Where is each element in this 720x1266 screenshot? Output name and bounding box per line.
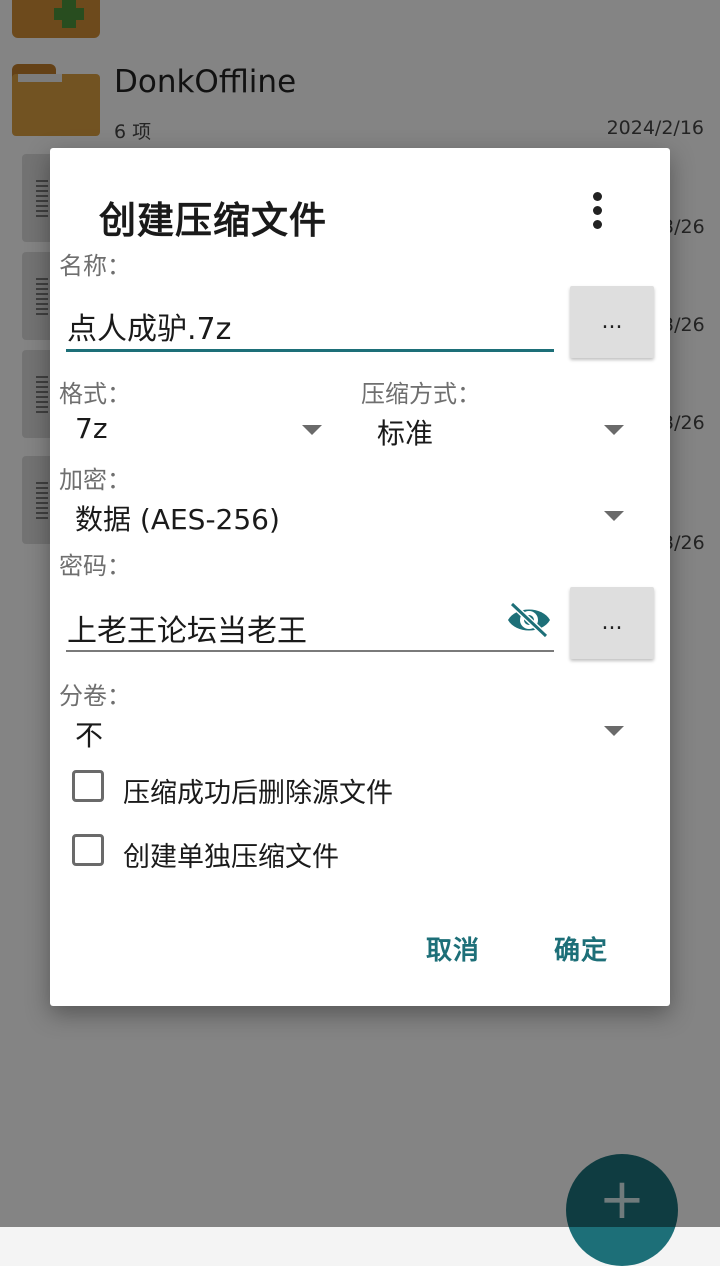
split-dropdown-arrow-icon[interactable] xyxy=(604,726,624,736)
name-label: 名称： xyxy=(59,252,131,280)
compression-dropdown-arrow-icon[interactable] xyxy=(604,425,624,435)
delete-source-checkbox[interactable] xyxy=(72,770,104,802)
eye-off-icon[interactable] xyxy=(506,600,552,640)
compression-label: 压缩方式： xyxy=(361,380,481,408)
password-options-button[interactable]: ... xyxy=(570,587,654,659)
separate-archives-label[interactable]: 创建单独压缩文件 xyxy=(123,835,339,874)
delete-source-label[interactable]: 压缩成功后删除源文件 xyxy=(123,771,393,810)
password-label: 密码： xyxy=(59,552,131,580)
ok-button[interactable]: 确定 xyxy=(554,930,608,967)
compression-level-select[interactable]: 标准 xyxy=(377,412,433,452)
format-dropdown-arrow-icon[interactable] xyxy=(302,425,322,435)
encryption-label: 加密： xyxy=(59,466,131,494)
archive-name-input[interactable]: 点人成驴.7z xyxy=(67,304,231,348)
dialog-title: 创建压缩文件 xyxy=(99,199,327,242)
split-volume-select[interactable]: 不 xyxy=(75,714,103,754)
encryption-select[interactable]: 数据 (AES-256) xyxy=(75,498,280,538)
format-select[interactable]: 7z xyxy=(75,412,108,445)
format-label: 格式： xyxy=(59,380,131,408)
more-vert-icon[interactable] xyxy=(585,188,611,234)
cancel-button[interactable]: 取消 xyxy=(426,930,480,967)
password-input-underline xyxy=(66,650,554,652)
password-input[interactable]: 上老王论坛当老王 xyxy=(67,606,307,650)
name-input-underline xyxy=(66,349,554,352)
create-archive-dialog: 创建压缩文件 名称： 点人成驴.7z ... 格式： 7z 压缩方式： 标准 加… xyxy=(50,148,670,1006)
browse-path-button[interactable]: ... xyxy=(570,286,654,358)
split-label: 分卷： xyxy=(59,682,131,710)
separate-archives-checkbox[interactable] xyxy=(72,834,104,866)
encryption-dropdown-arrow-icon[interactable] xyxy=(604,511,624,521)
